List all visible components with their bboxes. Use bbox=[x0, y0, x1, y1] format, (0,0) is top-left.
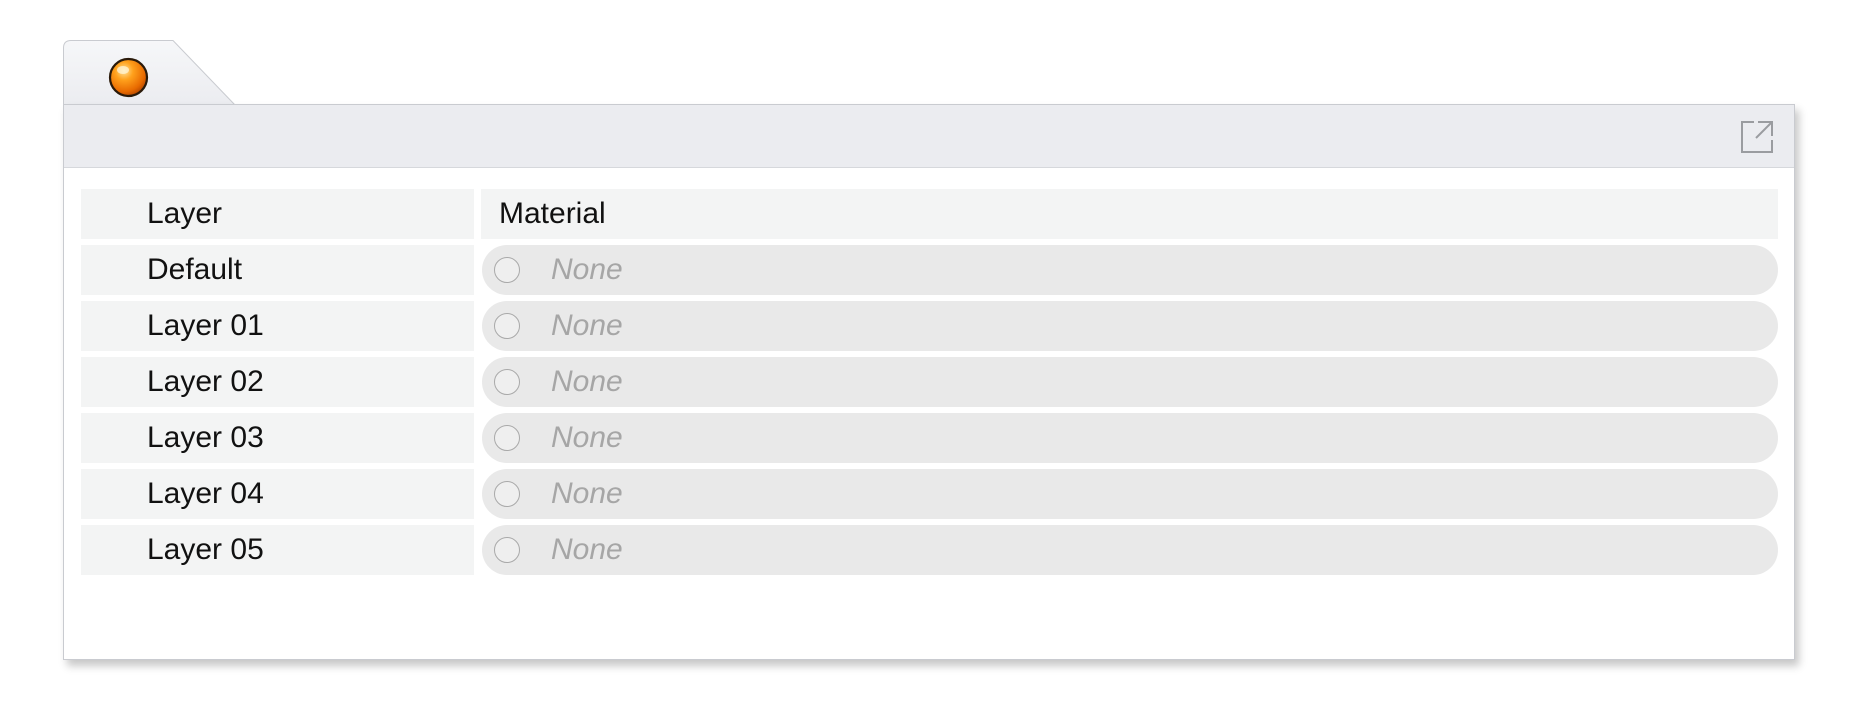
material-name: None bbox=[551, 365, 623, 398]
layer-name: Layer 02 bbox=[147, 365, 264, 398]
popout-button[interactable] bbox=[1737, 117, 1777, 157]
column-header-layer-label: Layer bbox=[147, 197, 223, 230]
materials-sphere-icon bbox=[108, 57, 149, 98]
layer-name: Layer 01 bbox=[147, 309, 264, 342]
layer-name: Default bbox=[147, 253, 243, 286]
table-row: Layer 02 None bbox=[81, 357, 1778, 407]
material-selector[interactable]: None bbox=[482, 245, 1778, 295]
popout-icon bbox=[1741, 121, 1773, 153]
material-selector[interactable]: None bbox=[482, 525, 1778, 575]
table-row: Layer 01 None bbox=[81, 301, 1778, 351]
table-row: Default None bbox=[81, 245, 1778, 295]
table-header-row: Layer Material bbox=[81, 189, 1778, 239]
layer-name-cell[interactable]: Layer 03 bbox=[81, 413, 474, 463]
material-swatch-icon bbox=[494, 313, 520, 339]
layer-name: Layer 03 bbox=[147, 421, 264, 454]
layer-name: Layer 05 bbox=[147, 533, 264, 566]
layer-name-cell[interactable]: Layer 04 bbox=[81, 469, 474, 519]
panel-toolbar bbox=[64, 105, 1794, 168]
material-name: None bbox=[551, 477, 623, 510]
layer-materials-panel: Layer Material Default None Layer 01 Non… bbox=[63, 104, 1795, 660]
layer-material-table: Layer Material Default None Layer 01 Non… bbox=[81, 189, 1778, 581]
material-selector[interactable]: None bbox=[482, 413, 1778, 463]
layer-name: Layer 04 bbox=[147, 477, 264, 510]
material-swatch-icon bbox=[494, 369, 520, 395]
layer-materials-window: Layer Material Default None Layer 01 Non… bbox=[0, 0, 1860, 724]
layer-name-cell[interactable]: Layer 01 bbox=[81, 301, 474, 351]
table-row: Layer 04 None bbox=[81, 469, 1778, 519]
table-row: Layer 05 None bbox=[81, 525, 1778, 575]
layer-name-cell[interactable]: Layer 05 bbox=[81, 525, 474, 575]
column-header-material-label: Material bbox=[499, 197, 606, 230]
material-swatch-icon bbox=[494, 257, 520, 283]
material-selector[interactable]: None bbox=[482, 469, 1778, 519]
layer-name-cell[interactable]: Default bbox=[81, 245, 474, 295]
material-swatch-icon bbox=[494, 481, 520, 507]
material-name: None bbox=[551, 309, 623, 342]
material-name: None bbox=[551, 533, 623, 566]
table-row: Layer 03 None bbox=[81, 413, 1778, 463]
panel-tab-materials[interactable] bbox=[63, 40, 236, 106]
column-header-material[interactable]: Material bbox=[481, 189, 1778, 239]
column-header-layer[interactable]: Layer bbox=[81, 189, 474, 239]
material-swatch-icon bbox=[494, 537, 520, 563]
tab-shape bbox=[63, 40, 236, 106]
material-name: None bbox=[551, 253, 623, 286]
layer-name-cell[interactable]: Layer 02 bbox=[81, 357, 474, 407]
material-selector[interactable]: None bbox=[482, 357, 1778, 407]
material-selector[interactable]: None bbox=[482, 301, 1778, 351]
material-swatch-icon bbox=[494, 425, 520, 451]
material-name: None bbox=[551, 421, 623, 454]
